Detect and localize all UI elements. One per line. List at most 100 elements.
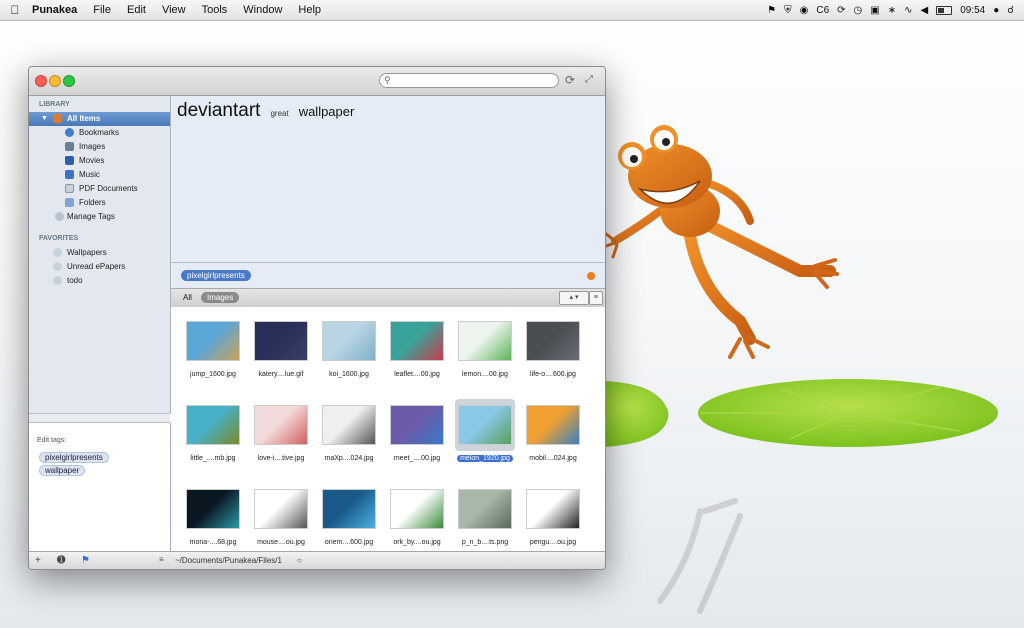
thumbnail-image <box>254 321 308 361</box>
file-name-label: meet_....00.jpg <box>393 455 441 462</box>
wifi-icon[interactable]: ∿ <box>904 5 912 16</box>
file-thumbnail-item[interactable]: katery....lue.gif <box>245 311 317 393</box>
sidebar-item-movies[interactable]: Movies <box>29 154 170 168</box>
sidebar-splitter[interactable] <box>29 413 170 423</box>
thumbnail-image <box>526 489 580 529</box>
sidebar-item-todo[interactable]: todo <box>29 274 170 288</box>
volume-icon[interactable]: ◀ <box>921 5 929 16</box>
file-thumbnail-item[interactable]: meet_....00.jpg <box>381 395 453 477</box>
edit-tag-token[interactable]: wallpaper <box>39 465 86 476</box>
tag-cloud-word[interactable]: wallpaper <box>299 104 355 119</box>
filter-images-button[interactable]: Images <box>201 292 240 303</box>
zoom-window-button[interactable] <box>63 75 75 87</box>
menu-bar:  Punakea File Edit View Tools Window He… <box>0 0 1024 21</box>
menu-help[interactable]: Help <box>290 4 329 16</box>
sidebar: LIBRARY ▼ All Items Bookmarks Images Mov… <box>29 96 171 413</box>
app-menu[interactable]: Punakea <box>30 4 85 16</box>
shield-status-icon[interactable]: ⛨ <box>784 5 792 16</box>
file-thumbnail-item[interactable]: koi_1600.jpg <box>313 311 385 393</box>
menu-file[interactable]: File <box>85 4 119 16</box>
sidebar-item-bookmarks[interactable]: Bookmarks <box>29 126 170 140</box>
file-thumbnail-item[interactable]: pengu....ou.jpg <box>517 479 589 561</box>
list-view-icon[interactable]: ≡ <box>589 291 603 305</box>
file-thumbnail-item[interactable]: onem....600.jpg <box>313 479 385 561</box>
thumbnail-image <box>254 489 308 529</box>
sidebar-item-unread-epapers[interactable]: Unread ePapers <box>29 260 170 274</box>
user-icon[interactable]: ● <box>993 5 999 16</box>
thumbnail-frame <box>319 483 379 535</box>
sidebar-item-folders[interactable]: Folders <box>29 196 170 210</box>
search-input[interactable]: ⚲ <box>379 73 559 88</box>
sidebar-item-music[interactable]: Music <box>29 168 170 182</box>
file-thumbnail-item[interactable]: little_....mb.jpg <box>177 395 249 477</box>
eye-status-icon[interactable]: ◉ <box>800 5 809 16</box>
bluetooth-icon[interactable]: ∗ <box>888 5 896 16</box>
file-thumbnail-item[interactable]: melon_1920.jpg <box>449 395 521 477</box>
tag-cloud-area: deviantart great wallpaper <box>171 96 605 262</box>
tag-icon <box>53 262 62 271</box>
sidebar-item-label: PDF Documents <box>79 184 138 193</box>
sync-icon[interactable]: ⟳ <box>837 5 845 16</box>
file-thumbnail-item[interactable]: mouse....ou.jpg <box>245 479 317 561</box>
clock[interactable]: 09:54 <box>960 5 985 16</box>
file-thumbnail-item[interactable]: p_n_b....ts.png <box>449 479 521 561</box>
minimize-window-button[interactable] <box>49 75 61 87</box>
sidebar-item-pdf-documents[interactable]: PDF Documents <box>29 182 170 196</box>
sidebar-item-images[interactable]: Images <box>29 140 170 154</box>
edit-tag-token[interactable]: pixelgirlpresents <box>39 452 109 463</box>
display-icon[interactable]: ▣ <box>870 5 879 16</box>
feed-icon[interactable] <box>587 272 595 280</box>
apple-menu-icon[interactable]:  <box>0 3 30 17</box>
path-reveal-icon[interactable]: ○ <box>297 556 302 565</box>
menu-view[interactable]: View <box>154 4 194 16</box>
sidebar-item-all-items[interactable]: ▼ All Items <box>29 112 170 126</box>
file-thumbnail-item[interactable]: leaflet....00.jpg <box>381 311 453 393</box>
file-thumbnail-item[interactable]: maXp....024.jpg <box>313 395 385 477</box>
image-icon <box>65 142 74 151</box>
tag-cloud-word[interactable]: great <box>270 109 288 118</box>
disclosure-triangle-icon[interactable]: ▼ <box>41 112 48 126</box>
file-thumbnail-item[interactable]: ork_by....ou.jpg <box>381 479 453 561</box>
frog-reflection <box>657 498 743 614</box>
add-button[interactable]: + <box>35 555 41 566</box>
tag-icon[interactable]: ⚑ <box>81 555 90 566</box>
sidebar-item-wallpapers[interactable]: Wallpapers <box>29 246 170 260</box>
close-window-button[interactable] <box>35 75 47 87</box>
tag-status-icon[interactable]: ⚑ <box>767 5 776 16</box>
bottom-bar: + ➊ ⚑ ≡ ~/Documents/Punakea/Files/1 ○ <box>29 551 605 569</box>
thumbnail-frame <box>183 483 243 535</box>
menu-edit[interactable]: Edit <box>119 4 154 16</box>
refresh-icon[interactable]: ⟳ <box>565 73 575 87</box>
thumbnail-frame <box>183 315 243 367</box>
status-text[interactable]: C6 <box>816 5 829 16</box>
battery-icon[interactable] <box>936 5 953 15</box>
time-machine-icon[interactable]: ◷ <box>854 5 863 16</box>
tags-icon <box>55 212 64 221</box>
file-name-label: katery....lue.gif <box>258 371 304 378</box>
resize-handle-icon[interactable]: ≡ <box>159 555 164 564</box>
tag-cloud-word[interactable]: deviantart <box>177 100 260 122</box>
fullscreen-icon[interactable]: ⤢ <box>585 74 593 85</box>
file-thumbnail-item[interactable]: jump_1600.jpg <box>177 311 249 393</box>
menu-window[interactable]: Window <box>235 4 290 16</box>
folder-icon <box>65 198 74 207</box>
menu-tools[interactable]: Tools <box>194 4 236 16</box>
sidebar-item-label: todo <box>67 276 83 285</box>
file-thumbnail-item[interactable]: mona-....68.jpg <box>177 479 249 561</box>
file-thumbnail-item[interactable]: mobil....024.jpg <box>517 395 589 477</box>
info-icon[interactable]: ➊ <box>57 555 65 566</box>
thumbnail-frame <box>455 399 515 451</box>
file-thumbnail-item[interactable]: life-o....600.jpg <box>517 311 589 393</box>
filter-all-button[interactable]: All <box>183 293 192 302</box>
file-thumbnail-item[interactable]: lemon....00.jpg <box>449 311 521 393</box>
file-name-label: onem....600.jpg <box>324 539 374 546</box>
view-options-dropdown[interactable]: ▴ ▾ <box>559 291 589 305</box>
file-thumbnail-item[interactable]: love-i....tive.jpg <box>245 395 317 477</box>
spotlight-search-icon[interactable]: ☌ <box>1007 5 1014 16</box>
sidebar-item-label: Unread ePapers <box>67 262 126 271</box>
sidebar-item-manage-tags[interactable]: Manage Tags <box>29 210 170 224</box>
sidebar-item-label: Movies <box>79 156 105 165</box>
thumbnail-image <box>186 321 240 361</box>
active-tag-pill[interactable]: pixelgirlpresents <box>181 270 251 281</box>
thumbnail-image <box>186 489 240 529</box>
